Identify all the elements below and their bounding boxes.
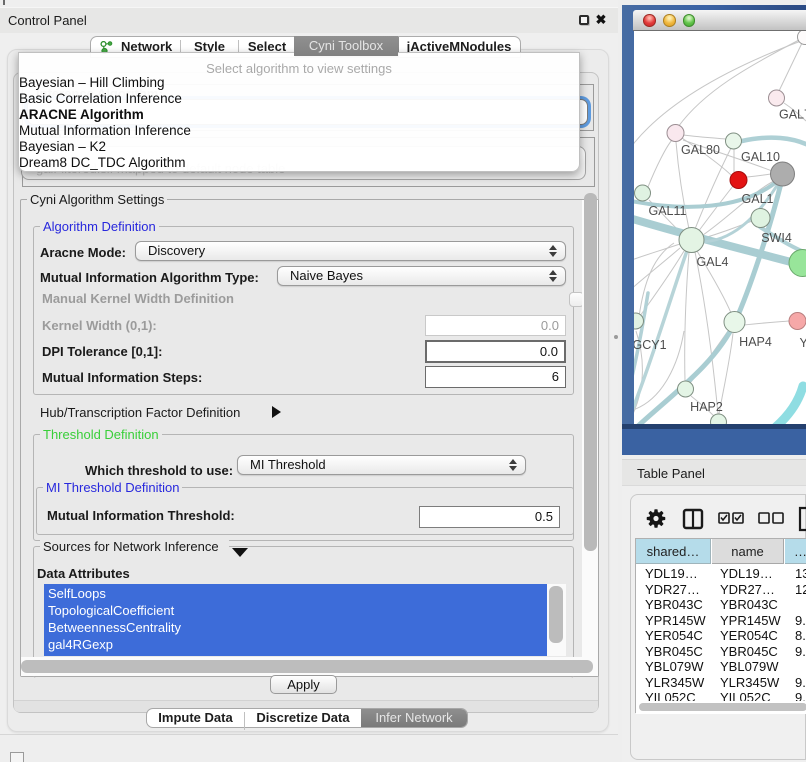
svg-text:HAP2: HAP2 <box>690 400 723 414</box>
svg-text:GAL10: GAL10 <box>741 150 780 164</box>
svg-text:GAL7: GAL7 <box>779 108 806 122</box>
svg-text:HAP4: HAP4 <box>739 335 772 349</box>
svg-text:GCY1: GCY1 <box>634 338 667 352</box>
svg-text:GAL11: GAL11 <box>649 204 687 218</box>
svg-text:SWI4: SWI4 <box>761 231 792 245</box>
svg-text:GAL4: GAL4 <box>697 255 729 269</box>
svg-text:GAL80: GAL80 <box>681 143 720 157</box>
svg-text:Y: Y <box>800 336 806 350</box>
svg-text:GAL1: GAL1 <box>742 192 774 206</box>
